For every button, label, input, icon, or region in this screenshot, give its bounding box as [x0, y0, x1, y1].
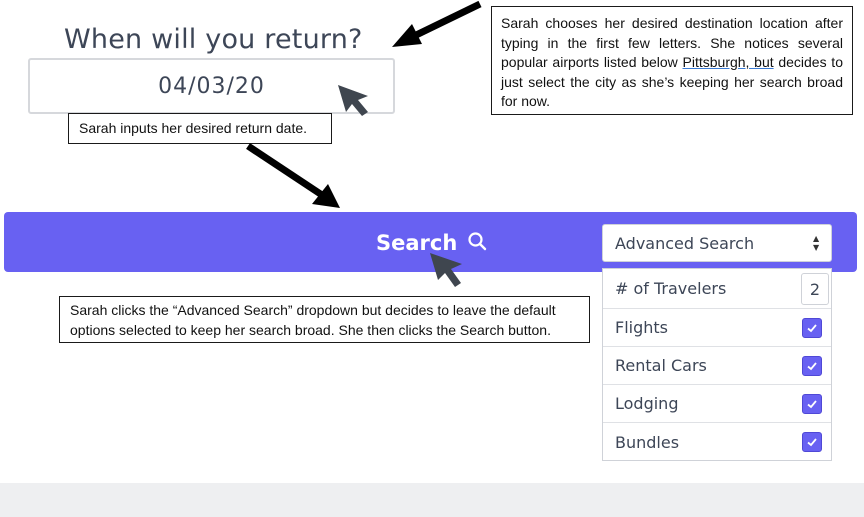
advanced-options-panel: # of Travelers 2 Flights Rental Cars Lod…	[602, 268, 832, 461]
date-note-text: Sarah inputs her desired return date.	[79, 120, 308, 136]
destination-annotation: Sarah chooses her desired destination lo…	[491, 6, 853, 115]
return-date-heading: When will you return?	[64, 24, 363, 55]
check-icon	[807, 400, 817, 409]
advanced-search-dropdown[interactable]: Advanced Search ▲ ▼	[602, 224, 832, 262]
lodging-checkbox[interactable]	[802, 394, 822, 414]
check-icon	[807, 362, 817, 371]
flights-checkbox[interactable]	[802, 318, 822, 338]
updown-caret-icon: ▲ ▼	[813, 234, 820, 252]
return-date-input[interactable]: 04/03/20	[28, 58, 395, 114]
advanced-search-label: Advanced Search	[615, 233, 755, 253]
travelers-count-value: 2	[809, 279, 821, 299]
option-row-bundles: Bundles	[603, 423, 831, 461]
search-annotation: Sarah clicks the “Advanced Search” dropd…	[59, 296, 590, 343]
option-label-lodging: Lodging	[615, 394, 679, 413]
travelers-count-input[interactable]: 2	[801, 273, 829, 305]
check-icon	[807, 438, 817, 447]
search-button[interactable]: Search	[376, 229, 487, 257]
option-row-rental-cars: Rental Cars	[603, 347, 831, 385]
check-icon	[807, 324, 817, 333]
annotation-arrow-icon	[246, 143, 340, 208]
option-label-rental-cars: Rental Cars	[615, 356, 707, 375]
page-footer-band	[0, 483, 864, 517]
travelers-label: # of Travelers	[615, 279, 727, 298]
bundles-checkbox[interactable]	[802, 432, 822, 452]
return-date-value: 04/03/20	[158, 73, 265, 99]
option-row-travelers: # of Travelers 2	[603, 269, 831, 309]
search-button-label: Search	[376, 231, 458, 255]
option-row-flights: Flights	[603, 309, 831, 347]
option-row-lodging: Lodging	[603, 385, 831, 423]
date-annotation: Sarah inputs her desired return date.	[68, 113, 332, 144]
rental-cars-checkbox[interactable]	[802, 356, 822, 376]
option-label-bundles: Bundles	[615, 432, 680, 452]
destination-note-underlined: Pittsburgh, but	[682, 54, 774, 70]
annotation-arrow-icon	[392, 0, 482, 47]
search-icon	[467, 231, 487, 256]
option-label-flights: Flights	[615, 318, 668, 337]
search-note-text: Sarah clicks the “Advanced Search” dropd…	[70, 302, 556, 338]
